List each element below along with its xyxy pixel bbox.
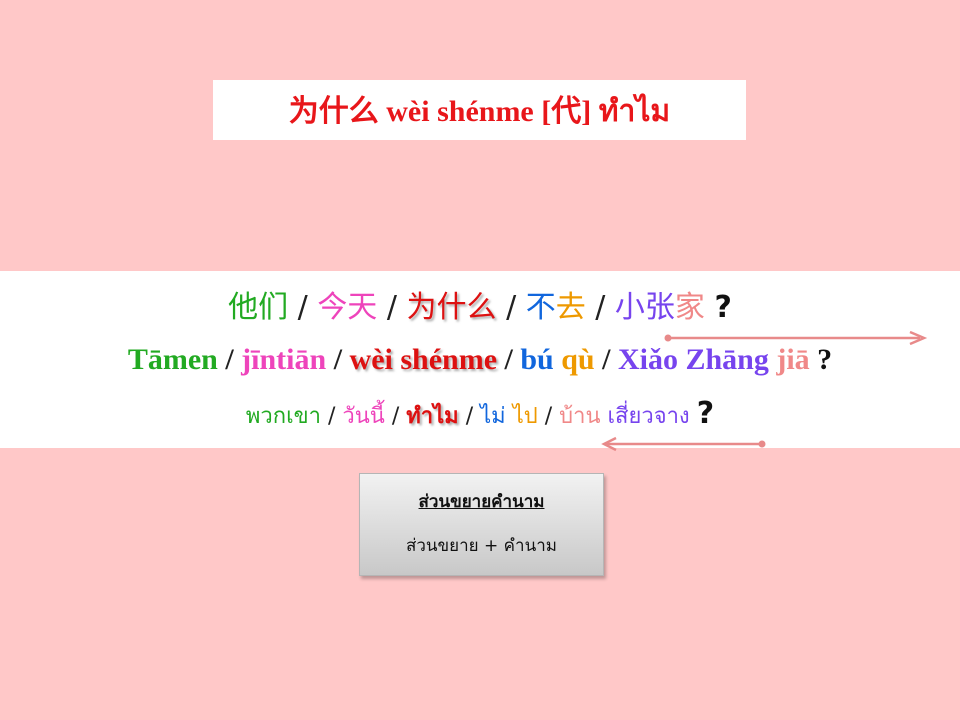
hanzi-row: 他们 / 今天 / 为什么 / 不去 / 小张家 ?	[0, 282, 960, 326]
pinyin-word: jīntiān	[241, 343, 327, 376]
pinyin-word: Tāmen	[127, 343, 218, 376]
separator: /	[602, 343, 611, 376]
hanzi-word: 家	[674, 290, 705, 325]
thai-word: ไม่	[480, 404, 506, 429]
separator: /	[333, 343, 343, 376]
note-title: ส่วนขยายคำนาม	[418, 492, 545, 512]
separator: /	[504, 343, 513, 376]
pinyin-word-highlight: wèi shénme	[349, 343, 498, 376]
thai-word-highlight: ทำไม	[406, 404, 459, 429]
question-mark: ?	[696, 396, 715, 431]
thai-word: พวกเขา	[245, 404, 321, 429]
question-mark: ?	[817, 343, 833, 376]
title-box: 为什么 wèi shénme [代] ทำไม	[213, 80, 746, 140]
thai-row: พวกเขา / วันนี้ / ทำไม / ไม่ ไป / บ้าน เ…	[0, 396, 960, 433]
hanzi-word: 不	[525, 290, 556, 325]
hanzi-word: 张	[644, 290, 675, 325]
separator: /	[225, 343, 234, 376]
pinyin-row: Tāmen / jīntiān / wèi shénme / bú qù / X…	[0, 343, 960, 377]
hanzi-word: 去	[555, 290, 586, 325]
separator: /	[595, 290, 606, 325]
pinyin-word: jiā	[776, 343, 810, 376]
pinyin-word: Xiǎo Zhāng	[617, 343, 769, 376]
thai-word: เสี่ยวจาง	[607, 404, 690, 429]
separator: /	[297, 290, 308, 325]
hanzi-word: 今天	[317, 290, 378, 325]
hanzi-word: 小	[614, 290, 645, 325]
page-title: 为什么 wèi shénme [代] ทำไม	[288, 94, 671, 128]
separator: /	[544, 404, 553, 429]
separator: /	[506, 290, 517, 325]
separator: /	[386, 290, 397, 325]
thai-word: ไป	[512, 404, 538, 429]
left-arrow-icon	[601, 436, 766, 452]
thai-word: บ้าน	[559, 404, 601, 429]
right-arrow-icon	[664, 330, 928, 346]
separator: /	[391, 404, 400, 429]
question-mark: ?	[714, 290, 732, 325]
note-formula: ส่วนขยาย + คำนาม	[406, 536, 557, 556]
hanzi-word-highlight: 为什么	[406, 290, 497, 325]
thai-word: วันนี้	[342, 404, 385, 429]
separator: /	[465, 404, 474, 429]
note-box: ส่วนขยายคำนาม ส่วนขยาย + คำนาม	[359, 473, 604, 576]
pinyin-word: bú	[520, 343, 554, 376]
hanzi-word: 他们	[228, 290, 289, 325]
separator: /	[327, 404, 336, 429]
pinyin-word: qù	[561, 343, 595, 376]
